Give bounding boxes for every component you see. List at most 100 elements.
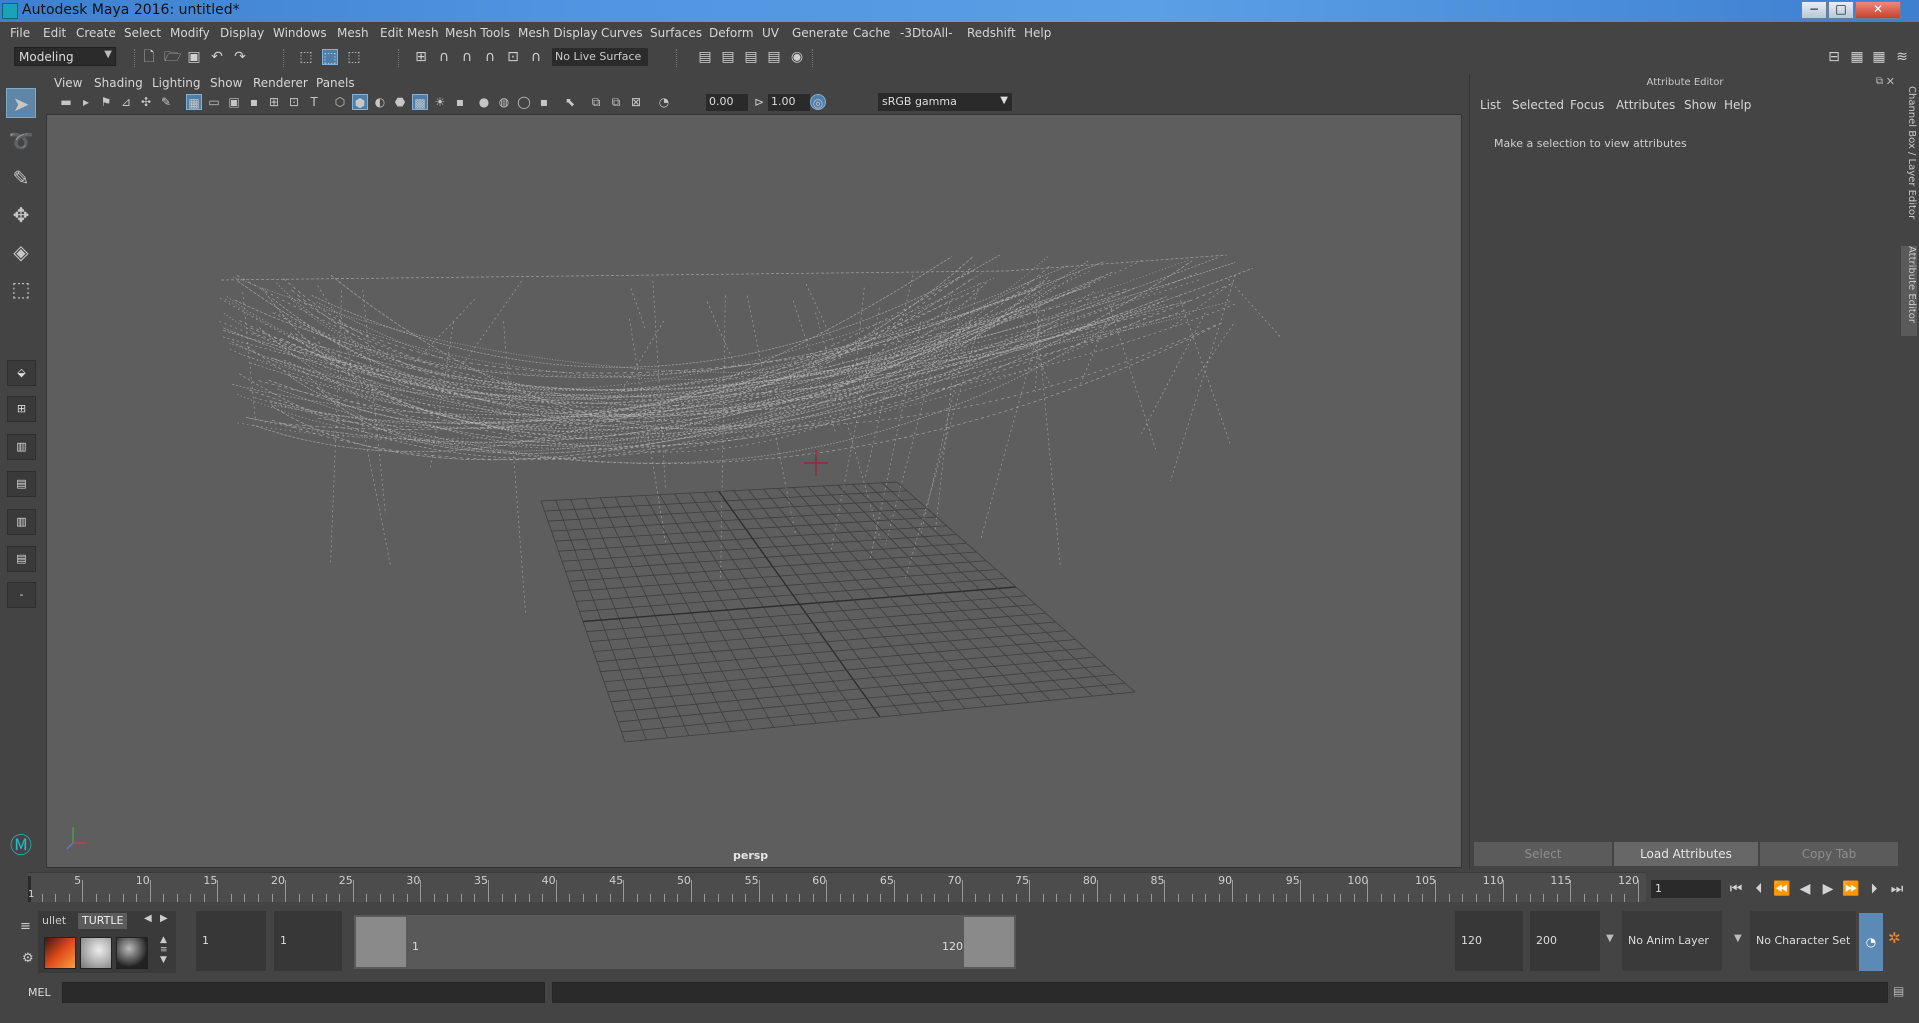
smooth-shade-icon[interactable]: ⬢ <box>352 94 368 110</box>
snap-view-icon[interactable]: ∩ <box>482 49 498 65</box>
play-backward-icon[interactable]: ◀ <box>1796 880 1814 898</box>
menu-create[interactable]: Create <box>76 26 116 40</box>
auto-key-icon[interactable]: ◔ <box>1859 913 1883 971</box>
undo-icon[interactable]: ↶ <box>209 49 225 65</box>
menu-modify[interactable]: Modify <box>170 26 210 40</box>
attr-menu-selected[interactable]: Selected <box>1512 98 1564 112</box>
menu-mesh-display[interactable]: Mesh Display <box>518 26 598 40</box>
copy-tab-button[interactable]: Copy Tab <box>1760 842 1898 866</box>
film-gate-icon[interactable]: ▭ <box>206 94 222 110</box>
select-tool-icon[interactable]: ➤ <box>6 88 36 118</box>
playback-start-field[interactable]: 1 <box>274 911 342 971</box>
safe-action-icon[interactable]: ⊡ <box>286 94 302 110</box>
wireframe-icon[interactable]: ⬡ <box>332 94 348 110</box>
shelf-settings-icon[interactable]: ⚙ <box>22 951 34 966</box>
command-input[interactable] <box>62 982 545 1003</box>
snap-live-icon[interactable]: ∩ <box>528 49 544 65</box>
animation-preferences-icon[interactable]: ✲ <box>1888 929 1901 947</box>
attr-menu-attributes[interactable]: Attributes <box>1616 98 1675 112</box>
animation-start-field[interactable]: 1 <box>196 911 266 971</box>
render-frame-icon[interactable]: ▤ <box>766 49 782 65</box>
panel-menu-view[interactable]: View <box>54 76 82 90</box>
attr-menu-focus[interactable]: Focus <box>1570 98 1604 112</box>
redo-icon[interactable]: ↷ <box>232 49 248 65</box>
menu-select[interactable]: Select <box>124 26 161 40</box>
snap-point-icon[interactable]: ∩ <box>459 49 475 65</box>
layer-editor-toggle-icon[interactable]: ≋ <box>1894 49 1910 65</box>
play-forward-icon[interactable]: ▶ <box>1819 880 1837 898</box>
menu-display[interactable]: Display <box>220 26 264 40</box>
persp-hypershade-layout-icon[interactable]: ▤ <box>7 546 36 572</box>
persp-graph-layout-icon[interactable]: ▤ <box>7 471 36 497</box>
go-to-end-icon[interactable]: ⏭ <box>1888 880 1906 898</box>
open-scene-icon[interactable]: 🗁 <box>164 49 181 65</box>
anim-layer-selector[interactable]: ▼ No Anim Layer <box>1606 911 1722 971</box>
bookmark-icon[interactable]: ⚑ <box>98 94 114 110</box>
wireframe-on-shaded-icon[interactable]: ⬣ <box>392 94 408 110</box>
shelf-scroll-icon[interactable]: ▲ ≡ ▼ <box>160 935 168 965</box>
animation-end-field[interactable]: 200 <box>1530 911 1600 971</box>
attr-menu-show[interactable]: Show <box>1684 98 1716 112</box>
playback-end-field[interactable]: 120 <box>1455 911 1523 971</box>
use-default-material-icon[interactable]: ◐ <box>372 94 388 110</box>
script-language-label[interactable]: MEL <box>28 986 51 999</box>
2d-pan-zoom-icon[interactable]: ✣ <box>138 94 154 110</box>
render-view-icon[interactable]: ▤ <box>720 49 736 65</box>
outliner-persp-layout-icon[interactable]: ▥ <box>7 509 36 535</box>
select-object-icon[interactable]: ⬚ <box>322 49 338 66</box>
image-plane-icon[interactable]: ⊿ <box>118 94 134 110</box>
select-camera-icon[interactable]: ▬ <box>58 94 74 110</box>
xray-joints-icon[interactable]: ⧉ <box>608 94 624 110</box>
multisample-aa-icon[interactable]: ◯ <box>516 94 532 110</box>
current-frame-field[interactable]: 1 <box>1651 880 1721 898</box>
attribute-editor-tab[interactable]: Attribute Editor <box>1901 246 1917 336</box>
range-end-handle[interactable] <box>964 917 1014 967</box>
isolate-select-icon[interactable]: ⬉ <box>562 94 578 110</box>
hypershade-icon[interactable]: ◉ <box>789 49 805 65</box>
panel-menu-shading[interactable]: Shading <box>94 76 143 90</box>
collapse-layout-icon[interactable]: - <box>7 582 36 608</box>
panel-menu-show[interactable]: Show <box>210 76 242 90</box>
live-surface-field[interactable]: No Live Surface <box>552 48 648 66</box>
float-panel-icon[interactable]: ⧉ <box>1876 76 1883 87</box>
shelf-menu-icon[interactable]: ≡ <box>20 919 31 934</box>
select-button[interactable]: Select <box>1474 842 1612 866</box>
exposure-icon[interactable]: ◔ <box>656 94 672 110</box>
load-attributes-button[interactable]: Load Attributes <box>1614 842 1758 866</box>
character-set-selector[interactable]: ▼ No Character Set <box>1734 911 1856 971</box>
menu-curves[interactable]: Curves <box>601 26 643 40</box>
resolution-gate-icon[interactable]: ▣ <box>226 94 242 110</box>
scale-tool-icon[interactable]: ⬚ <box>6 274 36 304</box>
turtle-surface-icon[interactable] <box>116 937 148 969</box>
rotate-tool-icon[interactable]: ◈ <box>6 237 36 267</box>
turtle-render-icon[interactable] <box>44 937 76 969</box>
gamma-field[interactable]: 1.00 <box>768 94 810 111</box>
menu-edit-mesh[interactable]: Edit Mesh <box>380 26 439 40</box>
safe-title-icon[interactable]: T <box>306 94 322 110</box>
single-perspective-layout-icon[interactable]: ⬙ <box>7 360 36 386</box>
snap-surface-icon[interactable]: ⊡ <box>505 49 521 65</box>
menu-mesh-tools[interactable]: Mesh Tools <box>445 26 510 40</box>
gate-mask-icon[interactable]: ▪ <box>246 94 262 110</box>
depth-of-field-icon[interactable]: ▪ <box>536 94 552 110</box>
menu-mesh[interactable]: Mesh <box>337 26 369 40</box>
range-start-handle[interactable] <box>356 917 406 967</box>
exposure-field[interactable]: 0.00 <box>706 94 748 111</box>
shelf-prev-icon[interactable]: ◀ <box>144 913 152 924</box>
close-button[interactable]: ✕ <box>1855 1 1901 19</box>
shelf-tab-turtle[interactable]: TURTLE <box>78 913 128 929</box>
motion-blur-icon[interactable]: ◍ <box>496 94 512 110</box>
textured-icon[interactable]: ▩ <box>412 94 428 110</box>
xray-icon[interactable]: ⧉ <box>588 94 604 110</box>
menu-deform[interactable]: Deform <box>709 26 754 40</box>
shadows-icon[interactable]: ▪ <box>452 94 468 110</box>
script-editor-icon[interactable]: ▤ <box>1893 984 1904 998</box>
shelf-next-icon[interactable]: ▶ <box>160 913 168 924</box>
channel-box-tab[interactable]: Channel Box / Layer Editor <box>1901 86 1917 226</box>
screen-space-ao-icon[interactable]: ● <box>476 94 492 110</box>
maximize-button[interactable]: □ <box>1828 1 1854 19</box>
panel-menu-panels[interactable]: Panels <box>316 76 355 90</box>
menu-windows[interactable]: Windows <box>273 26 327 40</box>
move-tool-icon[interactable]: ✥ <box>6 200 36 230</box>
panel-menu-lighting[interactable]: Lighting <box>152 76 201 90</box>
